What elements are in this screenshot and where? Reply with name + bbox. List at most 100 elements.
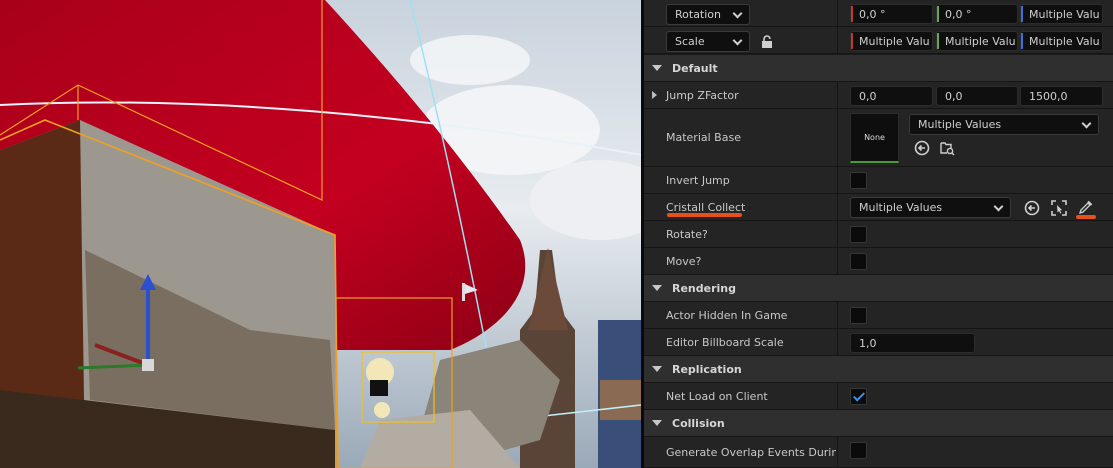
rotate-label: Rotate? [666,227,708,241]
folder-search-icon[interactable] [938,139,956,157]
scale-label: Scale [675,35,705,48]
billboard-scale-value: 1,0 [859,336,877,350]
rotation-z-field[interactable]: Multiple Valu [1020,4,1103,24]
jump-zfactor-x-value: 0,0 [859,89,877,103]
collapse-arrow-icon [652,366,662,372]
actor-hidden-checkbox[interactable] [850,307,867,324]
net-load-name: Net Load on Client [644,383,836,409]
material-base-dropdown[interactable]: Multiple Values [909,114,1099,135]
column-divider [837,383,838,409]
material-thumbnail[interactable]: None [850,113,899,163]
jump-zfactor-label: Jump ZFactor [666,88,739,102]
rotate-name: Rotate? [644,221,836,247]
chevron-down-icon [993,201,1004,212]
net-load-row: Net Load on Client [644,383,1113,410]
overlap-events-label: Generate Overlap Events During... [666,445,836,459]
scale-x-field[interactable]: Multiple Valu [850,31,933,51]
overlap-events-checkbox[interactable] [850,442,867,459]
rotation-y-value: 0,0 ° [945,7,972,21]
scale-y-value: Multiple Valu [945,34,1016,48]
lock-icon[interactable] [758,32,776,50]
collapse-arrow-icon [652,65,662,71]
column-divider [837,27,838,53]
rotation-x-field[interactable]: 0,0 ° [850,4,933,24]
net-load-checkbox[interactable] [850,388,867,405]
billboard-scale-field[interactable]: 1,0 [850,333,975,353]
chevron-down-icon [1081,118,1092,129]
chevron-down-icon [732,8,743,19]
jump-zfactor-y-value: 0,0 [945,89,963,103]
y-axis-marker [937,33,939,49]
billboard-scale-label: Editor Billboard Scale [666,335,784,349]
details-panel: Rotation 0,0 ° 0,0 ° Multiple Valu Scale [644,0,1113,468]
arrow-left-circle-icon[interactable] [913,139,931,157]
column-divider [837,167,838,193]
select-target-icon[interactable] [1050,199,1068,217]
billboard-scale-row: Editor Billboard Scale 1,0 [644,329,1113,356]
annotation-underline [667,213,742,217]
invert-jump-checkbox[interactable] [850,172,867,189]
move-label: Move? [666,254,702,268]
collapse-arrow-icon [652,420,662,426]
column-divider [837,221,838,247]
annotation-underline [1076,215,1096,219]
rotate-row: Rotate? [644,221,1113,248]
x-axis-marker [851,6,853,22]
overlap-events-name: Generate Overlap Events During... [644,437,836,467]
rotate-checkbox[interactable] [850,226,867,243]
scale-row: Scale Multiple Valu Multiple Valu Multip… [644,27,1113,54]
invert-jump-row: Invert Jump [644,167,1113,194]
move-checkbox[interactable] [850,253,867,270]
cristall-collect-dropdown[interactable]: Multiple Values [850,197,1011,218]
eyedropper-icon[interactable] [1077,198,1095,216]
material-thumbnail-label: None [864,133,885,142]
section-replication-title: Replication [672,362,742,376]
jump-zfactor-z-value: 1500,0 [1029,89,1068,103]
z-axis-marker [1021,33,1023,49]
viewport-scene[interactable] [0,0,641,468]
scale-y-field[interactable]: Multiple Valu [936,31,1018,51]
scale-z-field[interactable]: Multiple Valu [1020,31,1103,51]
section-rendering-title: Rendering [672,281,736,295]
x-axis-marker [851,33,853,49]
cristall-collect-row: Cristall Collect Multiple Values [644,194,1113,221]
jump-zfactor-x-field[interactable]: 0,0 [850,86,933,106]
section-collision[interactable]: Collision [644,410,1113,437]
column-divider [837,82,838,108]
jump-zfactor-y-field[interactable]: 0,0 [936,86,1018,106]
y-axis-marker [937,6,939,22]
expand-arrow-icon[interactable] [652,91,657,99]
level-viewport[interactable] [0,0,641,468]
section-replication[interactable]: Replication [644,356,1113,383]
rotation-mode-dropdown[interactable]: Rotation [666,4,750,25]
actor-hidden-label: Actor Hidden In Game [666,308,788,322]
chevron-down-icon [732,35,743,46]
rotation-row: Rotation 0,0 ° 0,0 ° Multiple Valu [644,0,1113,27]
section-rendering[interactable]: Rendering [644,275,1113,302]
rotation-z-value: Multiple Valu [1029,7,1100,21]
scale-mode-dropdown[interactable]: Scale [666,31,750,52]
jump-zfactor-z-field[interactable]: 1500,0 [1020,86,1103,106]
cristall-collect-value: Multiple Values [859,201,943,214]
actor-hidden-row: Actor Hidden In Game [644,302,1113,329]
jump-zfactor-name: Jump ZFactor [644,82,836,108]
scale-x-value: Multiple Valu [859,34,930,48]
column-divider [837,329,838,355]
arrow-left-circle-icon[interactable] [1023,199,1041,217]
material-base-row: Material Base None Multiple Values [644,109,1113,167]
column-divider [837,109,838,166]
column-divider [837,248,838,274]
billboard-scale-name: Editor Billboard Scale [644,329,836,355]
column-divider [837,437,838,467]
net-load-label: Net Load on Client [666,389,768,403]
collapse-arrow-icon [652,285,662,291]
scale-z-value: Multiple Valu [1029,34,1100,48]
rotation-y-field[interactable]: 0,0 ° [936,4,1018,24]
rotation-x-value: 0,0 ° [859,7,886,21]
rotation-label: Rotation [675,8,722,21]
section-default[interactable]: Default [644,55,1113,82]
invert-jump-label: Invert Jump [666,173,730,187]
jump-zfactor-row: Jump ZFactor 0,0 0,0 1500,0 [644,82,1113,109]
invert-jump-name: Invert Jump [644,167,836,193]
overlap-events-row: Generate Overlap Events During... [644,437,1113,468]
